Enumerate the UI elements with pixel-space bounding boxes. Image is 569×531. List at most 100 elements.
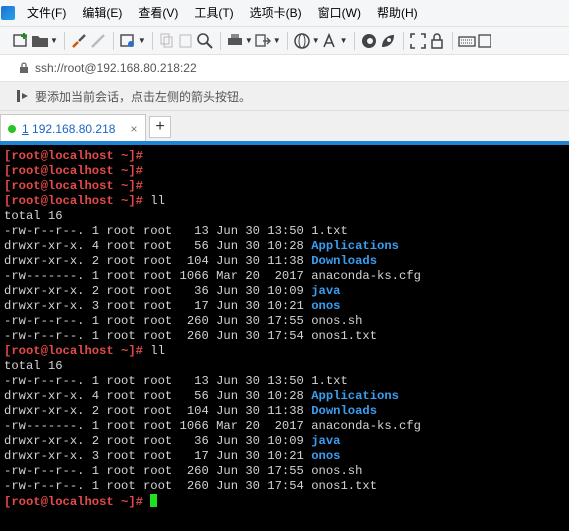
terminal-line: -rw-------. 1 root root 1066 Mar 20 2017… xyxy=(4,269,569,284)
file-name: 1.txt xyxy=(311,374,348,388)
fullscreen-icon xyxy=(409,32,426,49)
toolbar-separator xyxy=(451,31,453,50)
terminal-line: drwxr-xr-x. 3 root root 17 Jun 30 10:21 … xyxy=(4,449,569,464)
terminal-line: [root@localhost ~]# xyxy=(4,149,569,164)
directory-name: java xyxy=(311,284,341,298)
menu-tools[interactable]: 工具(T) xyxy=(186,0,241,26)
menu-view[interactable]: 查看(V) xyxy=(130,0,186,26)
fullscreen-button[interactable] xyxy=(409,30,427,52)
lock-button[interactable] xyxy=(428,30,446,52)
output-text: -rw-r--r--. 1 root root 260 Jun 30 17:55 xyxy=(4,464,312,478)
tab-session-1[interactable]: 1 192.168.80.218 × xyxy=(0,114,146,143)
output-text: drwxr-xr-x. 2 root root 36 Jun 30 10:09 xyxy=(4,284,312,298)
xshell-button[interactable] xyxy=(379,30,397,52)
output-text: -rw-r--r--. 1 root root 260 Jun 30 17:54 xyxy=(4,479,312,493)
directory-name: Downloads xyxy=(311,404,378,418)
chevron-down-icon: ▼ xyxy=(272,36,281,45)
terminal-line: [root@localhost ~]# xyxy=(4,164,569,179)
toolbar-separator xyxy=(63,31,65,50)
command-text: ll xyxy=(142,194,165,208)
cursor xyxy=(150,494,158,507)
shell-prompt: [root@localhost ~]# xyxy=(4,194,143,208)
paste-button[interactable] xyxy=(177,30,195,52)
add-session-arrow-icon[interactable] xyxy=(16,89,30,103)
globe-button[interactable]: ▼ xyxy=(293,30,320,52)
toolbar-separator xyxy=(402,31,404,50)
output-text: drwxr-xr-x. 2 root root 36 Jun 30 10:09 xyxy=(4,434,312,448)
output-text: drwxr-xr-x. 3 root root 17 Jun 30 10:21 xyxy=(4,299,312,313)
menu-tabs[interactable]: 选项卡(B) xyxy=(242,0,310,26)
connected-status-icon xyxy=(8,125,16,133)
menu-window[interactable]: 窗口(W) xyxy=(310,0,369,26)
terminal-line: -rw-r--r--. 1 root root 13 Jun 30 13:50 … xyxy=(4,374,569,389)
connect-button[interactable] xyxy=(70,30,88,52)
search-icon xyxy=(197,32,213,49)
compose-button[interactable] xyxy=(477,30,491,52)
find-button[interactable] xyxy=(196,30,214,52)
address-bar[interactable]: ssh://root@192.168.80.218:22 xyxy=(0,55,569,82)
terminal-line: -rw-r--r--. 1 root root 260 Jun 30 17:54… xyxy=(4,329,569,344)
transfer-icon xyxy=(255,33,271,47)
tab-host: 192.168.80.218 xyxy=(32,122,116,136)
compose-icon xyxy=(477,33,491,48)
shell-prompt: [root@localhost ~]# xyxy=(4,495,143,509)
file-name: 1.txt xyxy=(311,224,348,238)
print-button[interactable]: ▼ xyxy=(226,30,253,52)
output-text: drwxr-xr-x. 4 root root 56 Jun 30 10:28 xyxy=(4,239,312,253)
output-text: total 16 xyxy=(4,359,63,373)
session-hint-bar: 要添加当前会话，点击左侧的箭头按钮。 xyxy=(0,82,569,111)
keyboard-button[interactable] xyxy=(457,30,476,52)
toolbar-separator xyxy=(286,31,288,50)
file-name: anaconda-ks.cfg xyxy=(311,419,421,433)
directory-name: Applications xyxy=(311,239,399,253)
tab-bar: 1 192.168.80.218 × + xyxy=(0,112,569,143)
output-text: total 16 xyxy=(4,209,63,223)
terminal-line: -rw-r--r--. 1 root root 260 Jun 30 17:55… xyxy=(4,464,569,479)
terminal-output[interactable]: [root@localhost ~]# [root@localhost ~]# [r… xyxy=(0,145,569,531)
terminal-line: [root@localhost ~]# ll xyxy=(4,344,569,359)
terminal-line: drwxr-xr-x. 3 root root 17 Jun 30 10:21 … xyxy=(4,299,569,314)
new-session-icon xyxy=(13,32,27,47)
new-tab-button[interactable]: + xyxy=(149,116,171,138)
output-text: drwxr-xr-x. 2 root root 104 Jun 30 11:38 xyxy=(4,404,312,418)
keyboard-icon xyxy=(457,35,476,47)
open-folder-button[interactable]: ▼ xyxy=(31,30,58,52)
file-name: onos1.txt xyxy=(311,329,378,343)
menu-file[interactable]: 文件(F) xyxy=(19,0,74,26)
folder-icon xyxy=(32,35,48,47)
properties-icon xyxy=(120,33,134,47)
directory-name: Downloads xyxy=(311,254,378,268)
terminal-line: drwxr-xr-x. 2 root root 36 Jun 30 10:09 … xyxy=(4,284,569,299)
output-text: drwxr-xr-x. 4 root root 56 Jun 30 10:28 xyxy=(4,389,312,403)
copy-button[interactable] xyxy=(158,30,176,52)
file-name: onos1.txt xyxy=(311,479,378,493)
chevron-down-icon: ▼ xyxy=(244,36,253,45)
menu-help[interactable]: 帮助(H) xyxy=(369,0,426,26)
shell-prompt: [root@localhost ~]# xyxy=(4,179,143,193)
transfer-button[interactable]: ▼ xyxy=(254,30,281,52)
tab-index: 1 xyxy=(22,122,29,136)
file-name: onos.sh xyxy=(311,464,363,478)
xftp-button[interactable] xyxy=(360,30,378,52)
properties-button[interactable]: ▼ xyxy=(119,30,146,52)
new-session-button[interactable] xyxy=(12,30,30,52)
toolbar: ▼ ▼ ▼ ▼ ▼ ▼ xyxy=(0,27,569,55)
hint-text: 要添加当前会话，点击左侧的箭头按钮。 xyxy=(35,89,252,104)
font-button[interactable]: ▼ xyxy=(321,30,348,52)
terminal-line: total 16 xyxy=(4,209,569,224)
menu-edit[interactable]: 编辑(E) xyxy=(74,0,130,26)
chevron-down-icon: ▼ xyxy=(137,36,146,45)
copy-icon xyxy=(160,33,173,47)
close-tab-icon[interactable]: × xyxy=(130,122,137,136)
unlink-icon xyxy=(91,33,105,48)
chevron-down-icon: ▼ xyxy=(50,36,58,45)
chevron-down-icon: ▼ xyxy=(311,36,320,45)
directory-name: onos xyxy=(311,449,341,463)
output-text: -rw-r--r--. 1 root root 13 Jun 30 13:50 xyxy=(4,374,312,388)
toolbar-separator xyxy=(112,31,114,50)
directory-name: onos xyxy=(311,299,341,313)
disconnect-button[interactable] xyxy=(89,30,107,52)
directory-name: java xyxy=(311,434,341,448)
chevron-down-icon: ▼ xyxy=(339,36,348,45)
file-name: onos.sh xyxy=(311,314,363,328)
